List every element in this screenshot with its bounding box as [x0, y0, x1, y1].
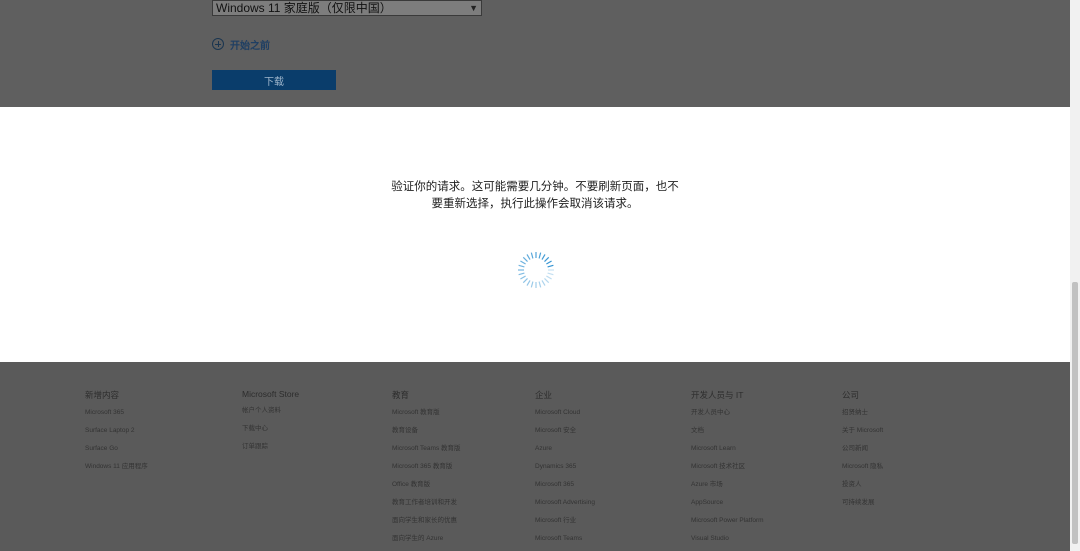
footer-link[interactable]: Microsoft 技术社区 — [691, 462, 764, 480]
footer-link[interactable]: Microsoft 安全 — [535, 426, 595, 444]
spinner-tick — [538, 252, 542, 259]
footer-link[interactable]: Microsoft 隐私 — [842, 462, 883, 480]
edition-select[interactable]: Windows 11 家庭版（仅限中国） ▼ — [212, 0, 482, 16]
footer-column: 教育 Microsoft 教育版 教育设备 Microsoft Teams 教育版 Mi… — [392, 389, 461, 551]
begin-label: 开始之前 — [230, 40, 270, 52]
footer-link[interactable]: 招贤纳士 — [842, 408, 883, 426]
footer-link[interactable]: Azure — [535, 444, 595, 462]
spinner-tick — [522, 278, 528, 284]
footer-link[interactable]: 开发人员中心 — [691, 408, 764, 426]
footer-column-title: Microsoft Store — [242, 389, 300, 399]
spinner-tick — [520, 260, 526, 265]
footer-column-title: 教育 — [392, 390, 410, 400]
footer-column: 公司招贤纳士 关于 Microsoft 公司新闻 Microsoft 隐私 投资人 可持续… — [842, 389, 883, 516]
footer-link[interactable]: 投资人 — [842, 480, 883, 498]
footer-link[interactable]: Microsoft 行业 — [535, 516, 595, 534]
footer-link[interactable]: Microsoft Cloud — [535, 408, 595, 426]
spinner-tick — [526, 254, 531, 260]
spinner-tick — [518, 264, 525, 268]
footer-link[interactable]: AppSource — [691, 498, 764, 516]
spinner-tick — [530, 252, 534, 259]
footer-link[interactable]: Microsoft 365 — [85, 408, 148, 426]
footer-link[interactable]: Dynamics 365 — [535, 462, 595, 480]
footer-link[interactable]: Surface Go — [85, 444, 148, 462]
footer-column-title: 开发人员与 IT — [691, 390, 744, 400]
plus-circle-icon — [212, 38, 224, 50]
spinner-tick — [547, 272, 554, 276]
footer-link[interactable]: 下载中心 — [242, 424, 299, 442]
loading-spinner-icon — [518, 252, 554, 288]
footer-link[interactable]: 面向学生和家长的优惠 — [392, 516, 461, 534]
footer-column-title: 公司 — [842, 390, 860, 400]
download-button[interactable]: 下载 — [212, 70, 336, 90]
spinner-tick — [526, 280, 531, 286]
footer-link[interactable]: Microsoft Teams — [535, 534, 595, 551]
scrollbar-thumb[interactable] — [1072, 282, 1078, 544]
spinner-tick — [541, 280, 546, 286]
edition-select-value: Windows 11 家庭版（仅限中国） — [216, 1, 392, 15]
footer-link[interactable]: Visual Studio — [691, 534, 764, 551]
footer-link[interactable]: Microsoft Advertising — [535, 498, 595, 516]
verification-message: 验证你的请求。这可能需要几分钟。不要刷新页面，也不要重新选择，执行此操作会取消该… — [391, 181, 679, 210]
footer-link[interactable]: Microsoft 365 教育版 — [392, 462, 461, 480]
spinner-tick — [546, 275, 552, 280]
verification-modal: 验证你的请求。这可能需要几分钟。不要刷新页面，也不要重新选择，执行此操作会取消该… — [0, 107, 1070, 362]
footer-link[interactable]: 订单跟踪 — [242, 442, 299, 460]
spinner-tick — [530, 281, 534, 288]
footer-column: 新增内容 Microsoft 365 Surface Laptop 2 Surface… — [85, 389, 148, 480]
footer-link[interactable]: Microsoft Learn — [691, 444, 764, 462]
footer-link[interactable]: Microsoft 365 — [535, 480, 595, 498]
page-scrollbar[interactable] — [1070, 0, 1080, 551]
footer-link[interactable]: 文档 — [691, 426, 764, 444]
footer-link[interactable]: 可持续发展 — [842, 498, 883, 516]
footer-link[interactable]: Microsoft 教育版 — [392, 408, 461, 426]
footer-link[interactable]: 帐户个人资料 — [242, 406, 299, 424]
footer-link[interactable]: Azure 市场 — [691, 480, 764, 498]
spinner-tick — [546, 260, 552, 265]
spinner-tick — [544, 278, 550, 284]
footer-link[interactable]: 关于 Microsoft — [842, 426, 883, 444]
spinner-tick — [538, 281, 542, 288]
footer-link[interactable]: 公司新闻 — [842, 444, 883, 462]
footer-column: 开发人员与 IT 开发人员中心 文档 Microsoft Learn Microsoft… — [691, 389, 764, 551]
footer-column-title: 企业 — [535, 390, 553, 400]
spinner-tick — [518, 272, 525, 276]
footer-link[interactable]: Microsoft Power Platform — [691, 516, 764, 534]
footer-link[interactable]: Microsoft Teams 教育版 — [392, 444, 461, 462]
spinner-tick — [544, 256, 550, 262]
footer-column-title: 新增内容 — [85, 390, 120, 400]
footer-link[interactable]: 面向学生的 Azure — [392, 534, 461, 551]
footer-link[interactable]: 教育工作者培训和开发 — [392, 498, 461, 516]
spinner-tick — [520, 275, 526, 280]
footer-link[interactable]: Windows 11 应用程序 — [85, 462, 148, 480]
site-footer: 新增内容 Microsoft 365 Surface Laptop 2 Surface… — [0, 362, 1070, 551]
footer-link[interactable]: Surface Laptop 2 — [85, 426, 148, 444]
footer-column: Microsoft Store 帐户个人资料 下载中心 订单跟踪 — [242, 389, 299, 460]
spinner-tick — [522, 256, 528, 262]
spinner-tick — [541, 254, 546, 260]
chevron-down-icon: ▼ — [469, 3, 478, 13]
footer-column: 企业 Microsoft Cloud Microsoft 安全 Azure Dynami… — [535, 389, 595, 551]
spinner-tick — [547, 264, 554, 268]
download-page: Windows 11 家庭版（仅限中国） ▼ 开始之前 下载 验证你的请求。这可… — [0, 0, 1080, 551]
begin-expander[interactable]: 开始之前 — [212, 36, 270, 52]
footer-link[interactable]: Office 教育版 — [392, 480, 461, 498]
footer-link[interactable]: 教育设备 — [392, 426, 461, 444]
download-section: Windows 11 家庭版（仅限中国） ▼ 开始之前 下载 — [0, 0, 1070, 107]
